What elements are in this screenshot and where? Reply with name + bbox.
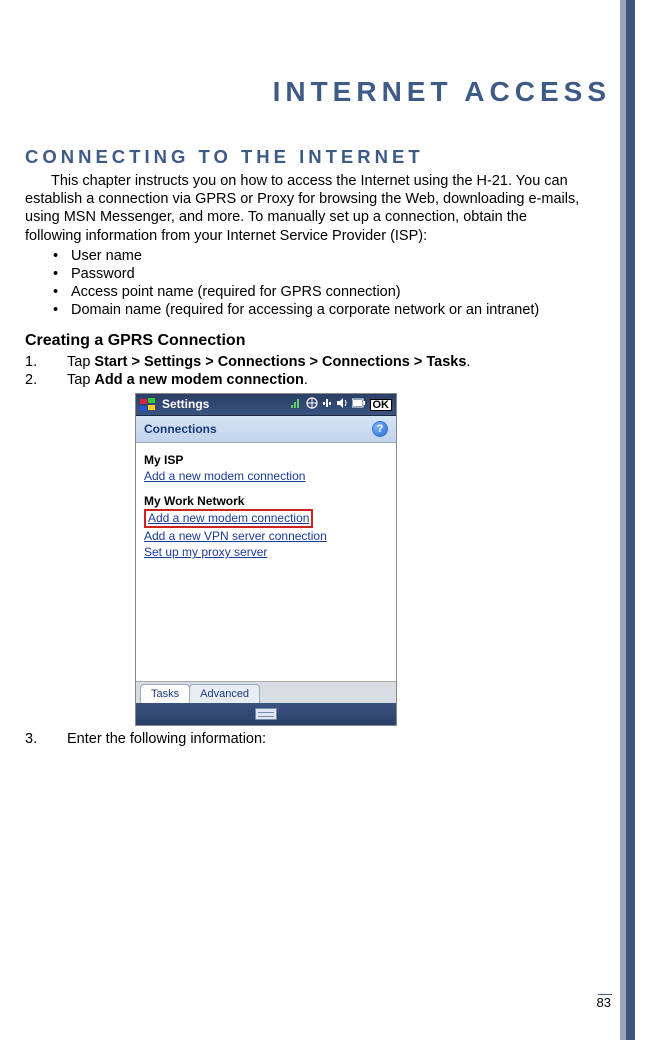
side-accent-dark <box>626 0 635 1040</box>
list-item: Access point name (required for GPRS con… <box>53 283 585 301</box>
link-proxy[interactable]: Set up my proxy server <box>144 545 267 560</box>
page-title: Internet Access <box>273 76 611 108</box>
wm-content: My ISP Add a new modem connection My Wor… <box>136 443 396 681</box>
list-item: User name <box>53 247 585 265</box>
steps-list: 1. Tap Start > Settings > Connections > … <box>25 353 585 389</box>
network-icon[interactable] <box>306 397 318 414</box>
info-bullet-list: User name Password Access point name (re… <box>53 247 585 320</box>
step-text: Tap Add a new modem connection. <box>67 371 308 389</box>
wm-tabs: Tasks Advanced <box>136 681 396 703</box>
windows-start-icon[interactable] <box>140 398 158 412</box>
wm-header: Connections ? <box>136 416 396 443</box>
ok-button[interactable]: OK <box>370 399 393 411</box>
steps-list-continued: 3. Enter the following information: <box>25 730 585 748</box>
connectivity-icon[interactable] <box>290 397 302 414</box>
signal-icon[interactable] <box>322 397 332 414</box>
page-number: 83 <box>597 995 611 1010</box>
wm-topbar: Settings <box>136 394 396 416</box>
keyboard-icon[interactable] <box>255 708 277 720</box>
link-add-modem-work[interactable]: Add a new modem connection <box>144 509 388 528</box>
step-item: 3. Enter the following information: <box>25 730 585 748</box>
intro-paragraph: This chapter instructs you on how to acc… <box>25 172 585 245</box>
tab-advanced[interactable]: Advanced <box>189 684 260 704</box>
tray-icons: OK <box>290 397 393 414</box>
main-content: Connecting to the Internet This chapter … <box>25 145 585 749</box>
link-add-modem-isp[interactable]: Add a new modem connection <box>144 469 305 484</box>
sub-heading: Creating a GPRS Connection <box>25 331 585 351</box>
wm-bottombar <box>136 703 396 725</box>
step-number: 3. <box>25 730 67 748</box>
step-number: 1. <box>25 353 67 371</box>
page-number-accent <box>598 994 612 995</box>
volume-icon[interactable] <box>336 397 348 414</box>
link-add-vpn[interactable]: Add a new VPN server connection <box>144 529 327 544</box>
step-number: 2. <box>25 371 67 389</box>
device-screenshot: Settings <box>135 393 585 726</box>
list-item: Password <box>53 265 585 283</box>
help-icon[interactable]: ? <box>372 421 388 437</box>
list-item: Domain name (required for accessing a co… <box>53 301 585 319</box>
topbar-title: Settings <box>162 397 290 412</box>
header-title: Connections <box>144 422 217 437</box>
step-text: Tap Start > Settings > Connections > Con… <box>67 353 470 371</box>
group-my-work: My Work Network <box>144 494 388 509</box>
battery-icon[interactable] <box>352 398 366 413</box>
group-my-isp: My ISP <box>144 453 388 468</box>
tab-tasks[interactable]: Tasks <box>140 684 190 704</box>
section-heading: Connecting to the Internet <box>25 145 585 168</box>
step-text: Enter the following information: <box>67 730 266 748</box>
step-item: 1. Tap Start > Settings > Connections > … <box>25 353 585 371</box>
step-item: 2. Tap Add a new modem connection. <box>25 371 585 389</box>
